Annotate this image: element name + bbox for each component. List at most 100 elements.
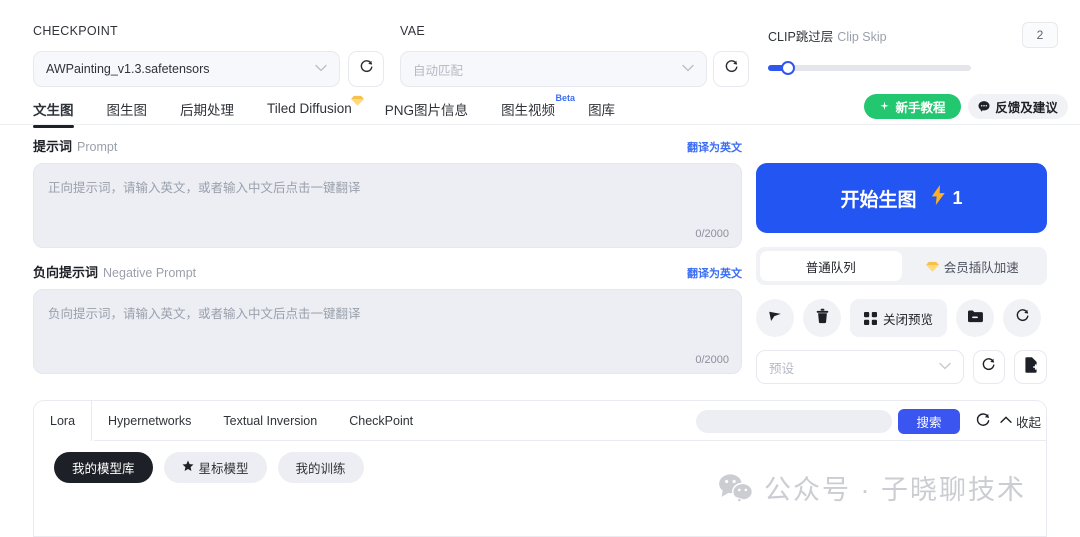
prompt-counter: 0/2000 (695, 228, 729, 240)
wechat-icon (718, 473, 754, 503)
panel-tab-checkpoint[interactable]: CheckPoint (333, 401, 429, 441)
generate-button[interactable]: 开始生图 1 (756, 163, 1047, 233)
prompt-header: 提示词 Prompt 翻译为英文 (33, 136, 742, 156)
panel-tab-label: Textual Inversion (223, 414, 318, 428)
chip-my-training[interactable]: 我的训练 (277, 452, 364, 483)
slider-handle[interactable] (781, 61, 796, 75)
panel-tab-textual-inversion[interactable]: Textual Inversion (207, 401, 333, 441)
delete-button[interactable] (803, 299, 841, 337)
chip-label: 我的模型库 (72, 462, 135, 476)
folder-button[interactable] (956, 299, 995, 337)
model-search-input[interactable] (696, 410, 892, 433)
clip-skip-label: CLIP跳过层 Clip Skip (768, 26, 887, 45)
toggle-preview-label: 关闭预览 (883, 312, 934, 327)
panel-collapse-button[interactable]: 收起 (1000, 412, 1041, 431)
vae-select[interactable]: 自动匹配 (400, 51, 707, 87)
tab-gallery[interactable]: 图库 (588, 99, 615, 119)
trash-icon (815, 308, 830, 329)
clip-skip-control: CLIP跳过层 Clip Skip 2 (768, 22, 1058, 75)
tab-label: 图生图 (106, 102, 148, 118)
tutorial-button[interactable]: 新手教程 (864, 94, 961, 119)
send-icon (767, 308, 783, 329)
clip-skip-input[interactable]: 2 (1022, 22, 1058, 48)
prompt-input[interactable]: 正向提示词，请输入英文，或者输入中文后点击一键翻译 0/2000 (33, 163, 742, 248)
tab-tiled-diffusion[interactable]: Tiled Diffusion (267, 95, 364, 116)
folder-minus-icon (967, 309, 983, 328)
tab-label: PNG图片信息 (384, 102, 469, 118)
prompt-placeholder: 正向提示词，请输入英文，或者输入中文后点击一键翻译 (48, 181, 361, 195)
gem-icon (925, 261, 939, 272)
checkpoint-refresh-button[interactable] (348, 51, 384, 87)
preset-select[interactable]: 预设 (756, 350, 964, 384)
tab-img2img[interactable]: 图生图 (107, 99, 148, 119)
prompt-area: 提示词 Prompt 翻译为英文 正向提示词，请输入英文，或者输入中文后点击一键… (33, 136, 742, 374)
negative-prompt-header: 负向提示词 Negative Prompt 翻译为英文 (33, 262, 742, 282)
chip-my-models[interactable]: 我的模型库 (54, 452, 153, 483)
model-refresh-button[interactable] (975, 412, 991, 433)
queue-option-vip[interactable]: 会员插队加速 (902, 251, 1044, 281)
refresh-icon (981, 357, 996, 377)
preset-refresh-button[interactable] (972, 350, 1006, 384)
preset-row: 预设 (756, 350, 1047, 384)
model-search-button[interactable]: 搜索 (898, 409, 960, 434)
panel-tab-lora[interactable]: Lora (34, 401, 93, 441)
refresh-gallery-button[interactable] (1003, 299, 1042, 337)
tab-label: 图生视频 (501, 102, 556, 118)
clip-skip-slider[interactable] (768, 61, 971, 75)
file-plus-icon (1024, 356, 1039, 378)
preset-placeholder: 预设 (769, 361, 795, 376)
tab-label: 后期处理 (180, 102, 234, 118)
clip-skip-label-en: Clip Skip (837, 29, 887, 44)
negative-prompt-input[interactable]: 负向提示词，请输入英文，或者输入中文后点击一键翻译 0/2000 (33, 289, 742, 374)
tab-label: 图库 (588, 102, 616, 118)
negative-prompt-translate-link[interactable]: 翻译为英文 (687, 265, 742, 281)
chip-starred-models[interactable]: 星标模型 (163, 452, 267, 483)
negative-prompt-placeholder: 负向提示词，请输入英文，或者输入中文后点击一键翻译 (48, 307, 361, 321)
chip-label: 我的训练 (295, 462, 346, 476)
star-icon (182, 460, 194, 475)
negative-prompt-label-zh: 负向提示词 (33, 265, 99, 280)
chevron-up-icon (1000, 416, 1012, 427)
action-button-row: 关闭预览 (756, 299, 1047, 337)
prompt-translate-link[interactable]: 翻译为英文 (687, 139, 742, 155)
tab-png-info[interactable]: PNG图片信息 (385, 99, 468, 119)
clip-skip-header: CLIP跳过层 Clip Skip 2 (768, 22, 1058, 48)
panel-tab-label: CheckPoint (349, 414, 414, 428)
chevron-down-icon (938, 361, 951, 373)
generate-panel: 开始生图 1 普通队列 会员插队加速 关闭预览 预设 (756, 163, 1047, 384)
refresh-icon (1015, 308, 1030, 328)
chip-label: 星标模型 (198, 462, 249, 476)
panel-tab-label: Hypernetworks (108, 414, 192, 428)
queue-normal-label: 普通队列 (805, 260, 856, 275)
vae-refresh-button[interactable] (713, 51, 749, 87)
feedback-button[interactable]: 反馈及建议 (968, 94, 1068, 119)
tab-text2img[interactable]: 文生图 (33, 99, 74, 128)
tab-img2video[interactable]: 图生视频 Beta (501, 93, 575, 119)
checkpoint-select[interactable]: AWPainting_v1.3.safetensors (33, 51, 340, 87)
model-selection-bar: CHECKPOINT AWPainting_v1.3.safetensors V… (0, 0, 1080, 92)
grid-icon (864, 311, 877, 325)
queue-toggle: 普通队列 会员插队加速 (756, 247, 1047, 285)
app-root: CHECKPOINT AWPainting_v1.3.safetensors V… (0, 0, 1080, 537)
tutorial-label: 新手教程 (895, 101, 946, 115)
vae-label: VAE (400, 24, 425, 38)
watermark: 公众号 · 子晓聊技术 (718, 468, 1026, 507)
queue-option-normal[interactable]: 普通队列 (760, 251, 902, 281)
preset-add-button[interactable] (1014, 350, 1047, 384)
refresh-icon (724, 59, 739, 79)
vae-value: 自动匹配 (413, 63, 464, 78)
prompt-label-zh: 提示词 (33, 139, 73, 154)
panel-tab-hypernetworks[interactable]: Hypernetworks (92, 401, 207, 441)
panel-tabs: Lora Hypernetworks Textual Inversion Che… (34, 401, 429, 441)
feedback-label: 反馈及建议 (995, 101, 1058, 115)
generate-count: 1 (952, 187, 963, 208)
toggle-preview-button[interactable]: 关闭预览 (850, 299, 948, 337)
refresh-icon (975, 413, 991, 432)
prompt-label-en: Prompt (77, 140, 118, 154)
refresh-icon (359, 59, 374, 79)
tab-postprocess[interactable]: 后期处理 (180, 99, 234, 119)
send-to-button[interactable] (756, 299, 794, 337)
gem-icon (350, 94, 364, 106)
tab-label: Tiled Diffusion (267, 101, 352, 116)
